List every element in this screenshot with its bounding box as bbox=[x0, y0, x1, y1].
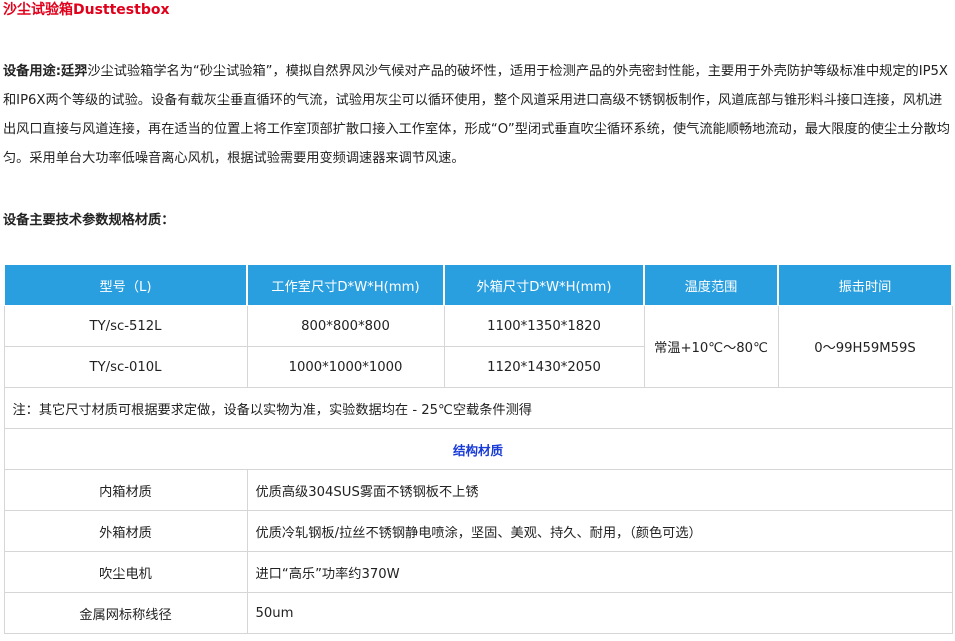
table-row: TY/sc-512L 800*800*800 1100*1350*1820 常温… bbox=[3, 305, 953, 388]
material-value: 进口“高乐”功率约370W bbox=[246, 551, 953, 593]
spec-heading: 设备主要技术参数规格材质： bbox=[3, 213, 175, 228]
table-header-row: 型号（L) 工作室尺寸D*W*H(mm) 外箱尺寸D*W*H(mm) 温度范围 … bbox=[3, 264, 953, 306]
header-outer-size: 外箱尺寸D*W*H(mm) bbox=[443, 264, 645, 306]
header-shock-time: 振击时间 bbox=[777, 264, 953, 306]
section-title: 结构材质 bbox=[3, 428, 953, 470]
header-model: 型号（L) bbox=[3, 264, 248, 306]
description-text: 沙尘试验箱学名为“砂尘试验箱”，模拟自然界风沙气候对产品的破坏性，适用于检测产品… bbox=[3, 64, 950, 166]
description-label: 设备用途:廷羿 bbox=[3, 64, 88, 79]
header-inner-size: 工作室尺寸D*W*H(mm) bbox=[246, 264, 445, 306]
temp-range-cell: 常温+10℃～80℃ bbox=[643, 305, 779, 388]
spec-table: 型号（L) 工作室尺寸D*W*H(mm) 外箱尺寸D*W*H(mm) 温度范围 … bbox=[3, 264, 953, 634]
material-name: 外箱材质 bbox=[3, 510, 248, 552]
material-value: 50um bbox=[246, 592, 953, 634]
material-value: 优质高级304SUS雾面不锈钢板不上锈 bbox=[246, 469, 953, 511]
description-paragraph: 设备用途:廷羿沙尘试验箱学名为“砂尘试验箱”，模拟自然界风沙气候对产品的破坏性，… bbox=[3, 57, 951, 173]
outer-size-cell: 1120*1430*2050 bbox=[443, 346, 645, 388]
note-row: 注：其它尺寸材质可根据要求定做，设备以实物为准，实验数据均在 - 25℃空载条件… bbox=[3, 387, 953, 429]
model-cell: TY/sc-010L bbox=[3, 346, 248, 388]
note-cell: 注：其它尺寸材质可根据要求定做，设备以实物为准，实验数据均在 - 25℃空载条件… bbox=[3, 387, 953, 429]
material-row: 金属网标称线径 50um bbox=[3, 592, 953, 634]
inner-size-cell: 800*800*800 bbox=[246, 305, 445, 347]
material-row: 吹尘电机 进口“高乐”功率约370W bbox=[3, 551, 953, 593]
page-title: 沙尘试验箱Dusttestbox bbox=[3, 2, 170, 18]
material-row: 外箱材质 优质冷轧钢板/拉丝不锈钢静电喷涂，坚固、美观、持久、耐用，（颜色可选） bbox=[3, 510, 953, 552]
material-name: 吹尘电机 bbox=[3, 551, 248, 593]
material-name: 内箱材质 bbox=[3, 469, 248, 511]
inner-size-cell: 1000*1000*1000 bbox=[246, 346, 445, 388]
model-cell: TY/sc-512L bbox=[3, 305, 248, 347]
material-row: 内箱材质 优质高级304SUS雾面不锈钢板不上锈 bbox=[3, 469, 953, 511]
material-name: 金属网标称线径 bbox=[3, 592, 248, 634]
section-row: 结构材质 bbox=[3, 428, 953, 470]
outer-size-cell: 1100*1350*1820 bbox=[443, 305, 645, 347]
material-value: 优质冷轧钢板/拉丝不锈钢静电喷涂，坚固、美观、持久、耐用，（颜色可选） bbox=[246, 510, 953, 552]
header-temp-range: 温度范围 bbox=[643, 264, 779, 306]
shock-time-cell: 0～99H59M59S bbox=[777, 305, 953, 388]
